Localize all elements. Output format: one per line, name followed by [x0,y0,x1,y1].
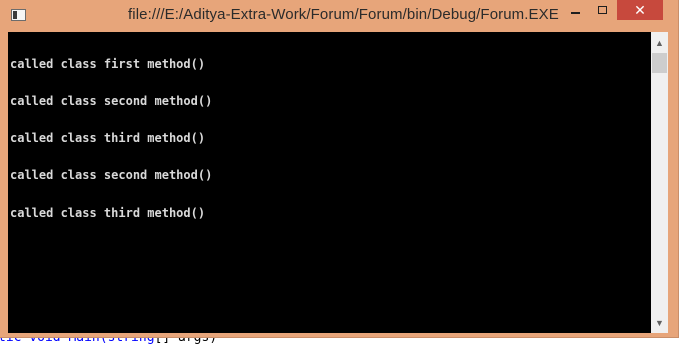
minimize-icon [571,12,580,14]
chevron-down-icon: ▼ [655,317,664,328]
console-app-icon[interactable] [11,9,26,21]
console-line: called class second method() [10,168,213,183]
chevron-up-icon: ▲ [655,37,664,48]
scrollbar-thumb[interactable] [652,53,667,73]
console-line: called class first method() [10,56,206,71]
scroll-down-button[interactable]: ▼ [651,314,668,331]
minimize-button[interactable] [562,0,589,20]
console-output-area[interactable]: called class first method() called class… [8,32,651,333]
console-window: file:///E:/Aditya-Extra-Work/Forum/Forum… [0,0,679,338]
console-line: called class third method() [10,205,206,220]
maximize-icon [598,6,607,14]
console-lines: called class first method() called class… [10,33,212,244]
title-bar[interactable]: file:///E:/Aditya-Extra-Work/Forum/Forum… [0,0,679,32]
maximize-button[interactable] [589,0,616,20]
console-line: called class second method() [10,94,213,109]
close-button[interactable]: ✕ [617,0,663,20]
scroll-up-button[interactable]: ▲ [651,34,668,51]
close-icon: ✕ [634,1,646,18]
console-line: called class third method() [10,131,206,146]
window-title: file:///E:/Aditya-Extra-Work/Forum/Forum… [128,6,559,23]
vertical-scrollbar[interactable]: ▲ ▼ [651,32,668,333]
